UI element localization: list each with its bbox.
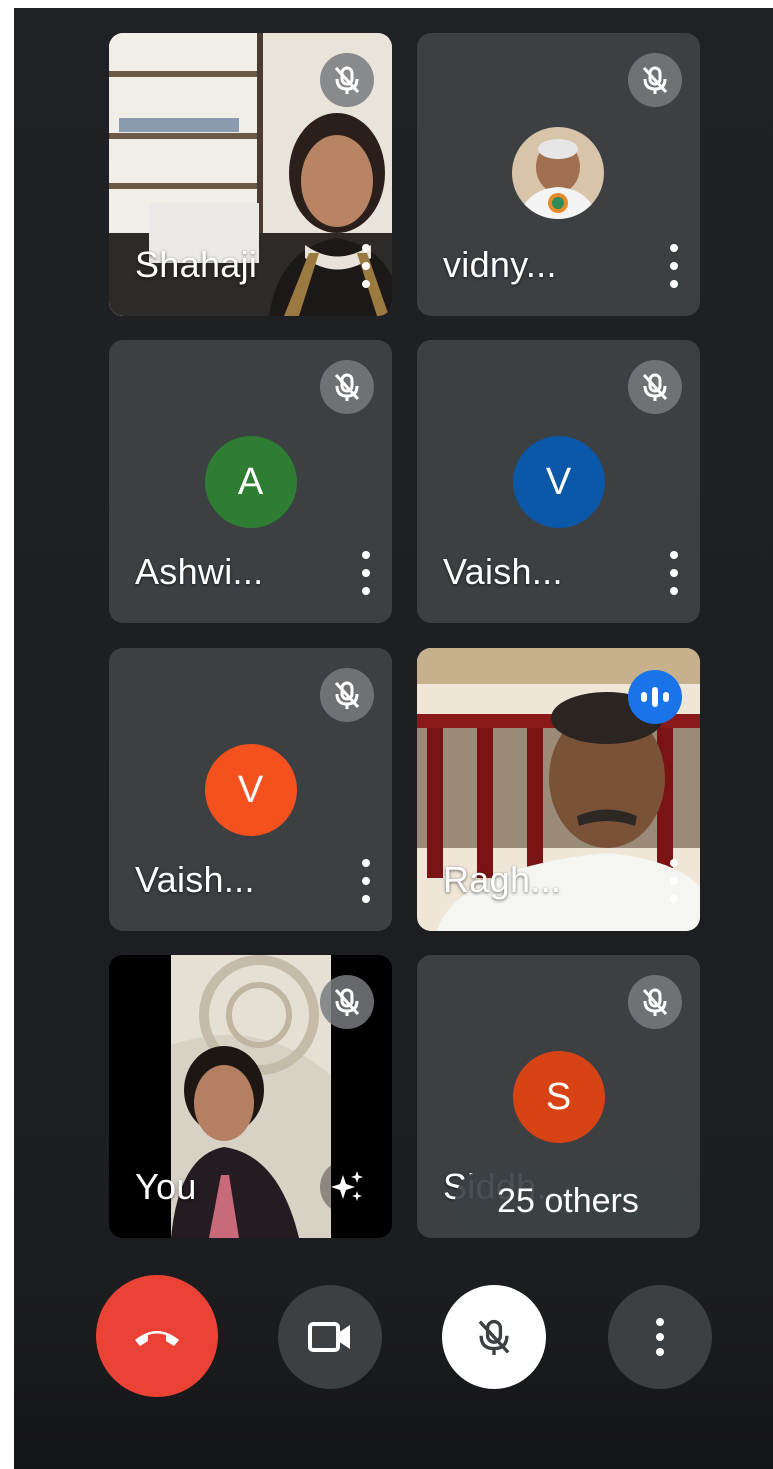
participant-name: vidny... [443, 244, 557, 285]
avatar: S [512, 1051, 605, 1143]
participant-tile-vidny[interactable]: vidny... [417, 33, 700, 316]
more-options-icon[interactable] [356, 859, 376, 903]
speaking-indicator-icon [628, 670, 682, 724]
participant-name: You [135, 1166, 197, 1207]
profile-photo [512, 127, 604, 219]
more-options-icon[interactable] [356, 551, 376, 595]
more-options-icon[interactable] [664, 859, 684, 903]
more-options-icon[interactable] [356, 244, 376, 288]
participant-name: Ragh... [443, 859, 562, 900]
mic-off-icon [320, 53, 374, 107]
more-options-button[interactable] [608, 1285, 712, 1389]
avatar: V [512, 436, 605, 528]
mic-off-icon [320, 360, 374, 414]
mic-off-icon [320, 975, 374, 1029]
participant-tile-vaish-2[interactable]: V Vaish... [109, 648, 392, 931]
video-camera-icon [308, 1322, 350, 1352]
avatar: A [204, 436, 297, 528]
participant-tile-shahaji[interactable]: Shahaji [109, 33, 392, 316]
mic-off-icon [320, 668, 374, 722]
mic-off-icon [628, 360, 682, 414]
participant-name: Vaish... [443, 551, 563, 592]
mic-off-icon [478, 1319, 510, 1355]
mic-toggle-button[interactable] [442, 1285, 546, 1389]
end-call-button[interactable] [96, 1275, 218, 1397]
participant-tile-ragh[interactable]: Ragh... [417, 648, 700, 931]
others-count-button[interactable]: 25 others [455, 1170, 681, 1232]
more-vertical-icon [650, 1318, 670, 1356]
meeting-screen: Shahaji vidny... A Ashwi... V Vaish... V… [14, 8, 773, 1469]
phone-hangup-icon [135, 1331, 179, 1346]
more-options-icon[interactable] [664, 244, 684, 288]
participant-tile-ashwi[interactable]: A Ashwi... [109, 340, 392, 623]
participant-name: Ashwi... [135, 551, 264, 592]
camera-toggle-button[interactable] [278, 1285, 382, 1389]
participant-tile-you[interactable]: You [109, 955, 392, 1238]
participant-name: Vaish... [135, 859, 255, 900]
mic-off-icon [628, 975, 682, 1029]
effects-sparkle-icon[interactable] [320, 1160, 374, 1214]
mic-off-icon [628, 53, 682, 107]
participant-name: Shahaji [135, 244, 258, 285]
avatar: V [204, 744, 297, 836]
participant-tile-vaish-1[interactable]: V Vaish... [417, 340, 700, 623]
more-options-icon[interactable] [664, 551, 684, 595]
